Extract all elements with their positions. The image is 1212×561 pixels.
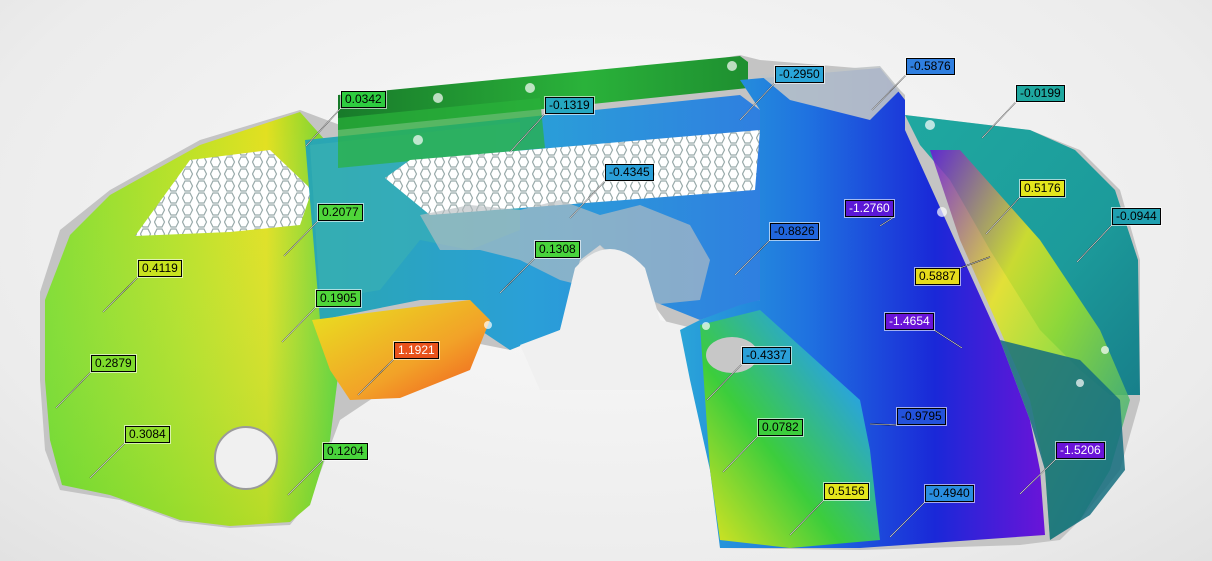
deviation-callout-c16[interactable]: -1.4654 <box>884 312 935 331</box>
deviation-callout-c05[interactable]: -0.0199 <box>1015 84 1066 103</box>
deviation-callout-c21[interactable]: 0.3084 <box>124 425 171 444</box>
deviation-callout-c08[interactable]: -1.2760 <box>844 199 895 218</box>
deviation-callout-c04[interactable]: -0.5876 <box>905 57 956 76</box>
deviation-callout-c06[interactable]: -0.4345 <box>604 163 655 182</box>
deviation-callout-c23[interactable]: 0.1204 <box>322 442 369 461</box>
deviation-callout-c20[interactable]: -0.9795 <box>896 407 947 426</box>
deviation-callout-c25[interactable]: 0.5156 <box>823 482 870 501</box>
deviation-callout-c11[interactable]: -0.8826 <box>769 222 820 241</box>
deviation-callout-c14[interactable]: 0.5887 <box>914 267 961 286</box>
deviation-callout-c24[interactable]: -1.5206 <box>1055 441 1106 460</box>
left-round-hole <box>214 426 278 490</box>
deviation-callout-c01[interactable]: 0.0342 <box>340 90 387 109</box>
deviation-callout-c09[interactable]: 0.5176 <box>1019 179 1066 198</box>
deviation-callout-c19[interactable]: -0.4337 <box>741 346 792 365</box>
deviation-callout-c12[interactable]: 0.1308 <box>534 240 581 259</box>
deviation-callout-c15[interactable]: 0.1905 <box>315 289 362 308</box>
deviation-callout-c10[interactable]: -0.0944 <box>1111 207 1162 226</box>
deviation-map-viewport[interactable]: 0.0342 -0.1319 -0.2950 -0.5876 -0.0199 -0.434… <box>0 0 1212 561</box>
deviation-callout-c07[interactable]: 0.2077 <box>317 203 364 222</box>
deviation-callout-c02[interactable]: -0.1319 <box>544 96 595 115</box>
deviation-callout-c26[interactable]: -0.4940 <box>924 484 975 503</box>
deviation-callout-c17[interactable]: 1.1921 <box>393 341 440 360</box>
deviation-callout-c13[interactable]: 0.4119 <box>137 259 183 278</box>
deviation-callout-c22[interactable]: 0.0782 <box>757 418 804 437</box>
deviation-callout-c18[interactable]: 0.2879 <box>90 354 137 373</box>
deviation-callout-c03[interactable]: -0.2950 <box>774 65 825 84</box>
